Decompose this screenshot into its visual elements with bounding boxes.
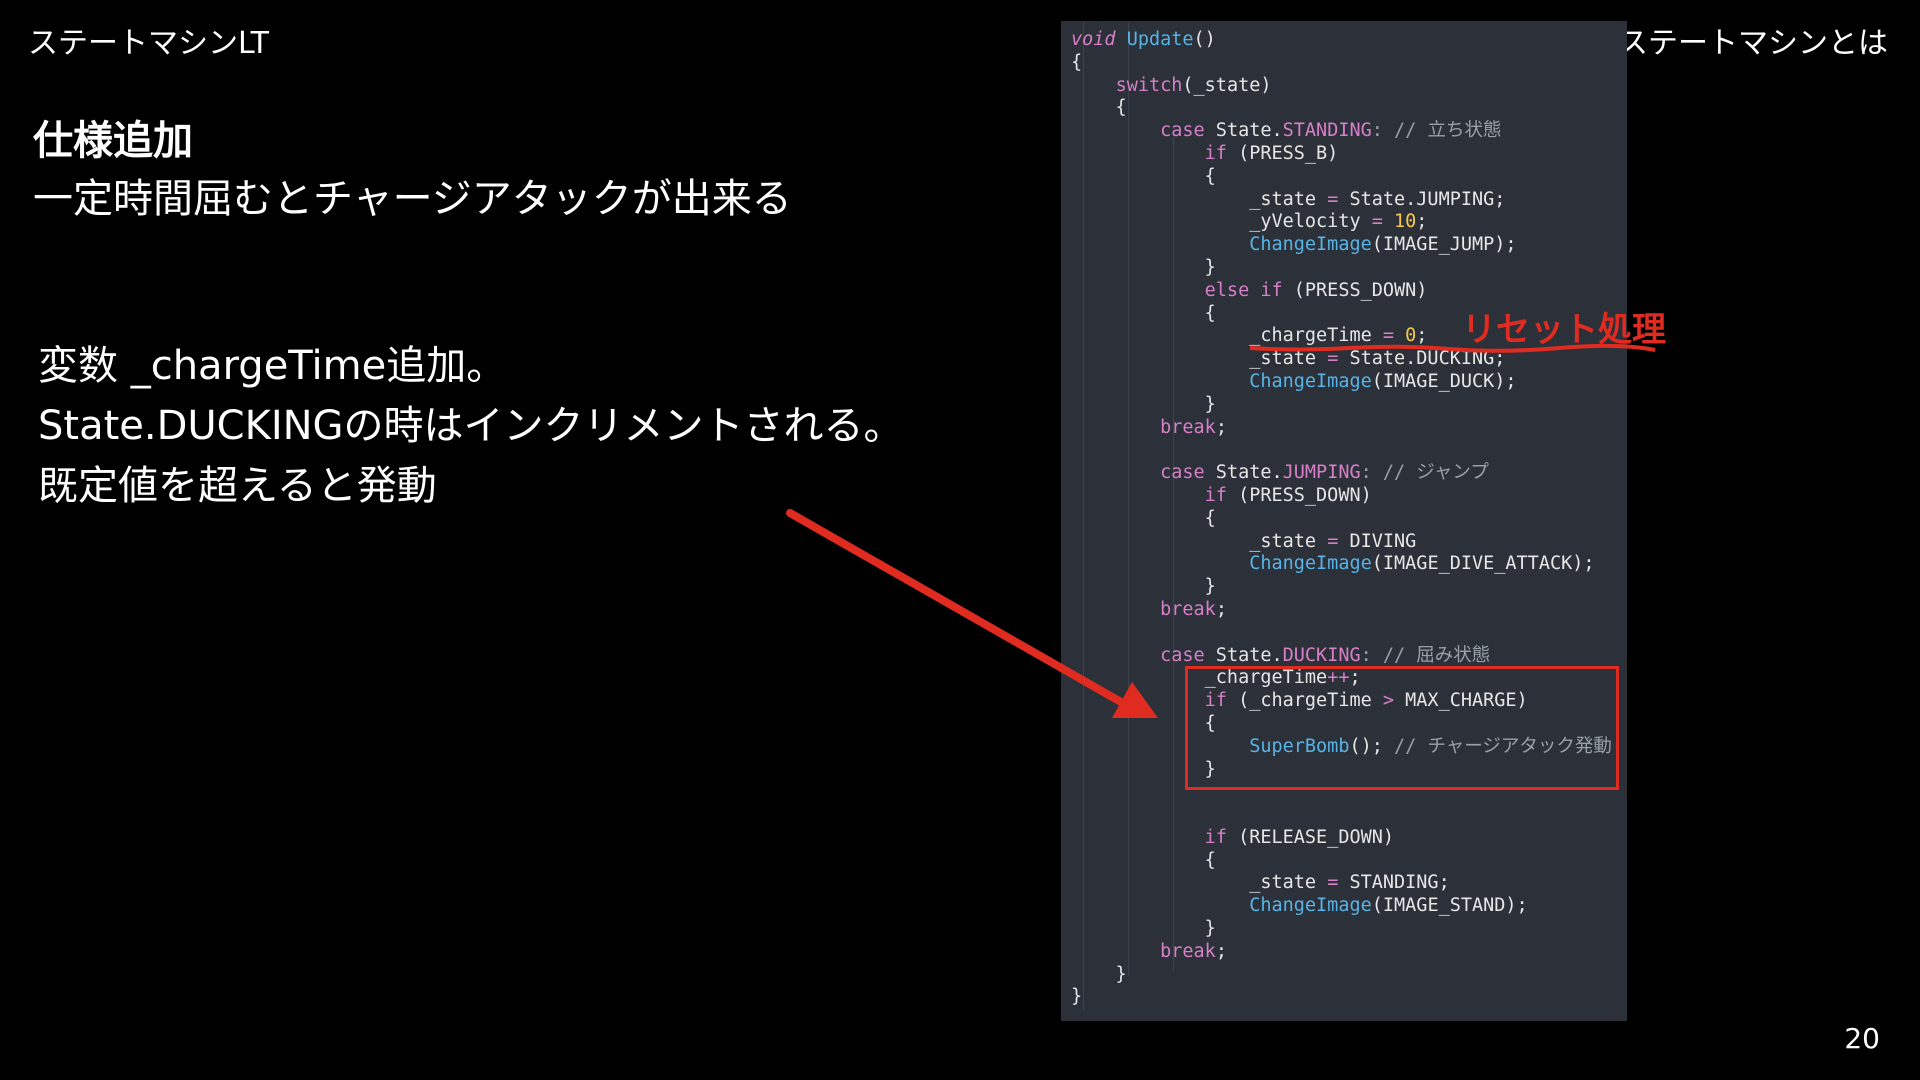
reset-annotation-label: リセット処理 xyxy=(1462,310,1666,350)
annotation-overlay xyxy=(786,343,1656,718)
arrow-line xyxy=(786,509,1132,710)
page-number: 20 xyxy=(1844,1022,1880,1055)
